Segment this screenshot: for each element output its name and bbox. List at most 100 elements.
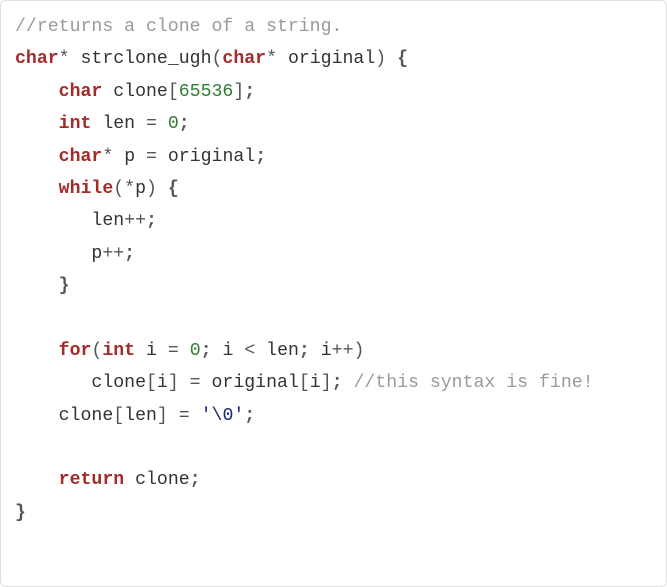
indent <box>15 406 59 426</box>
space <box>157 341 168 361</box>
lbracket: [ <box>299 373 310 393</box>
space <box>277 49 288 69</box>
semicolon: ; <box>124 244 135 264</box>
equals-op: = <box>146 147 157 167</box>
comment-inline: //this syntax is fine! <box>353 373 593 393</box>
rparen: ) <box>354 341 365 361</box>
star-op: * <box>102 147 113 167</box>
equals-op: = <box>146 114 157 134</box>
code-content: //returns a clone of a string. char* str… <box>15 11 652 529</box>
space <box>70 49 81 69</box>
number-literal: 0 <box>168 114 179 134</box>
code-block: //returns a clone of a string. char* str… <box>0 0 667 587</box>
var-len: len <box>266 341 299 361</box>
indent <box>15 276 59 296</box>
space <box>179 373 190 393</box>
number-literal: 65536 <box>179 82 234 102</box>
semicolon: ; <box>201 341 212 361</box>
var-original: original <box>212 373 299 393</box>
space <box>157 179 168 199</box>
var-clone: clone <box>113 82 168 102</box>
semicolon: ; <box>179 114 190 134</box>
lparen: ( <box>113 179 124 199</box>
space <box>386 49 397 69</box>
keyword-char: char <box>59 147 103 167</box>
indent <box>15 373 91 393</box>
indent <box>15 244 91 264</box>
space <box>255 341 266 361</box>
var-i: i <box>157 373 168 393</box>
rbrace: } <box>15 503 26 523</box>
function-name: strclone_ugh <box>81 49 212 69</box>
space <box>157 147 168 167</box>
indent <box>15 470 59 490</box>
space <box>113 147 124 167</box>
semicolon: ; <box>190 470 201 490</box>
lbracket: [ <box>146 373 157 393</box>
equals-op: = <box>190 373 201 393</box>
var-clone: clone <box>135 470 190 490</box>
rparen: ) <box>146 179 157 199</box>
keyword-char: char <box>15 49 59 69</box>
keyword-char: char <box>222 49 266 69</box>
var-len: len <box>91 211 124 231</box>
space <box>91 114 102 134</box>
var-p: p <box>91 244 102 264</box>
semicolon: ; <box>332 373 343 393</box>
rbracket: ] <box>157 406 168 426</box>
indent <box>15 211 91 231</box>
star-op: * <box>59 49 70 69</box>
space <box>233 341 244 361</box>
space <box>310 341 321 361</box>
var-len: len <box>124 406 157 426</box>
space <box>201 373 212 393</box>
indent <box>15 114 59 134</box>
space <box>179 341 190 361</box>
var-p: p <box>124 147 135 167</box>
lparen: ( <box>91 341 102 361</box>
indent <box>15 341 59 361</box>
indent <box>15 82 59 102</box>
param-original: original <box>288 49 375 69</box>
semicolon: ; <box>255 147 266 167</box>
space <box>212 341 223 361</box>
space <box>343 373 354 393</box>
rbrace: } <box>59 276 70 296</box>
keyword-int: int <box>102 341 135 361</box>
lbracket: [ <box>113 406 124 426</box>
rbracket: ] <box>233 82 244 102</box>
deref-op: * <box>124 179 135 199</box>
incr-op: ++ <box>332 341 354 361</box>
space <box>168 406 179 426</box>
semicolon: ; <box>244 406 255 426</box>
space <box>157 114 168 134</box>
incr-op: ++ <box>124 211 146 231</box>
lparen: ( <box>212 49 223 69</box>
var-p: p <box>135 179 146 199</box>
space <box>135 341 146 361</box>
keyword-int: int <box>59 114 92 134</box>
var-clone: clone <box>91 373 146 393</box>
semicolon: ; <box>299 341 310 361</box>
rparen: ) <box>375 49 386 69</box>
indent <box>15 179 59 199</box>
keyword-for: for <box>59 341 92 361</box>
semicolon: ; <box>244 82 255 102</box>
var-i: i <box>321 341 332 361</box>
incr-op: ++ <box>102 244 124 264</box>
lt-op: < <box>244 341 255 361</box>
keyword-return: return <box>59 470 125 490</box>
var-i: i <box>222 341 233 361</box>
lbrace: { <box>168 179 179 199</box>
var-i: i <box>146 341 157 361</box>
space <box>135 114 146 134</box>
keyword-char: char <box>59 82 103 102</box>
semicolon: ; <box>146 211 157 231</box>
space <box>135 147 146 167</box>
number-literal: 0 <box>190 341 201 361</box>
var-i: i <box>310 373 321 393</box>
space <box>102 82 113 102</box>
var-original: original <box>168 147 255 167</box>
rbracket: ] <box>321 373 332 393</box>
var-clone: clone <box>59 406 114 426</box>
